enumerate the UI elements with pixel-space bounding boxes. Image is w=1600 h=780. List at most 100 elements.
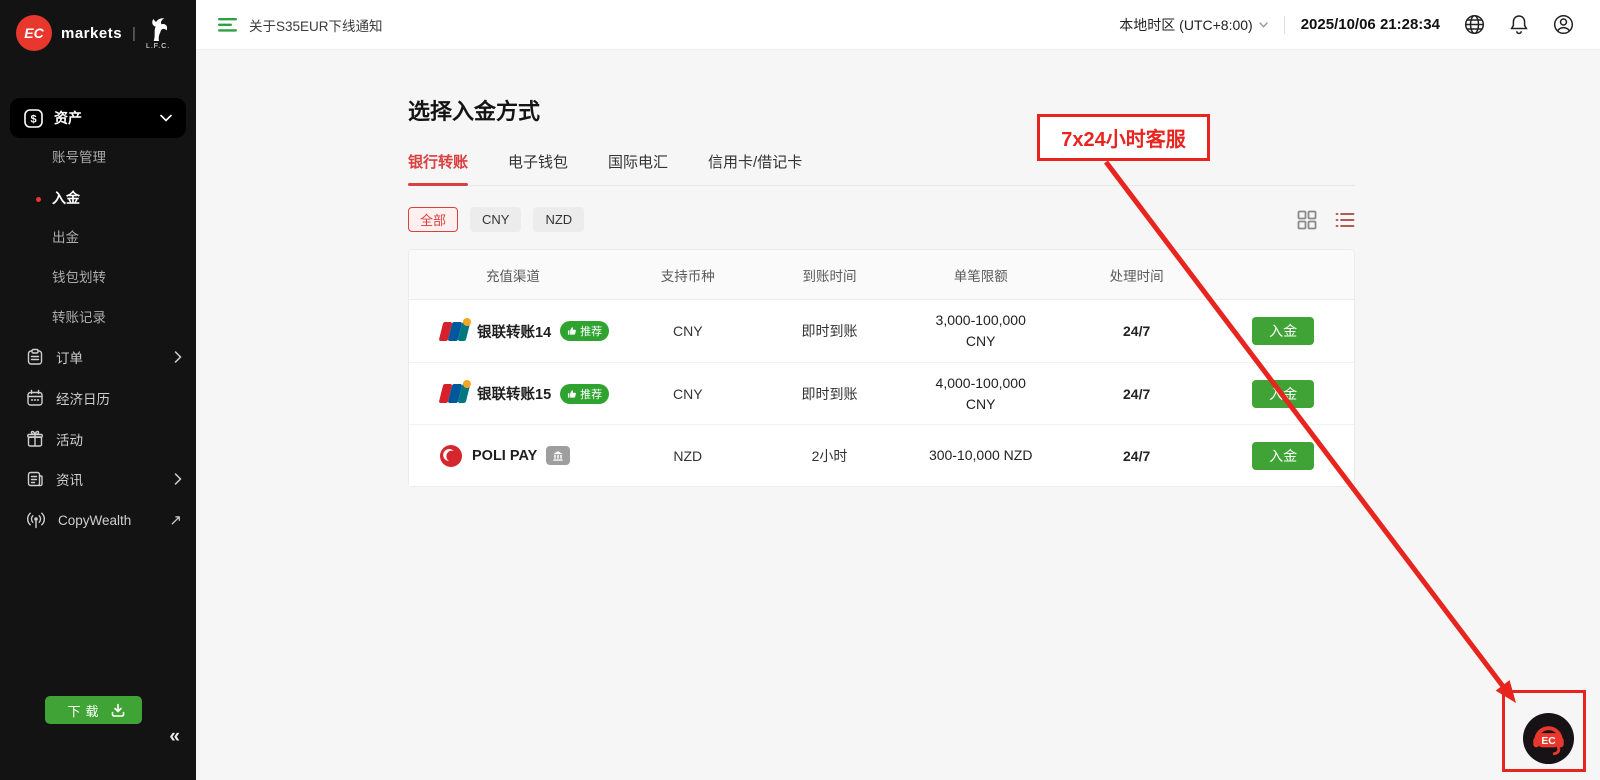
cell-processing: 24/7 xyxy=(1061,386,1212,402)
column-header-limit: 单笔限额 xyxy=(900,265,1061,285)
cell-arrival: 即时到账 xyxy=(759,321,901,341)
table-row: 银联转账14 推荐 CNY 即时到账 3,000-100,000 CNY 24/… xyxy=(409,300,1354,362)
filter-chip-nzd[interactable]: NZD xyxy=(533,207,584,232)
lfc-logo: L.F.C. xyxy=(146,16,170,50)
cell-processing: 24/7 xyxy=(1061,448,1212,464)
sidebar-collapse-button[interactable]: « xyxy=(169,726,180,748)
sidebar-item-news[interactable]: 资讯 xyxy=(26,468,186,490)
column-header-currency: 支持币种 xyxy=(617,265,759,285)
asset-dollar-icon: $ xyxy=(24,109,43,128)
account-icon[interactable] xyxy=(1553,14,1574,35)
sidebar-item-wallet-transfer[interactable]: 钱包划转 xyxy=(52,268,106,288)
channel-name: 银联转账15 xyxy=(477,383,551,404)
broadcast-icon xyxy=(26,511,46,529)
brand-markets-label: markets xyxy=(61,25,122,42)
download-icon xyxy=(111,703,125,717)
svg-text:$: $ xyxy=(30,113,36,125)
download-label: 下载 xyxy=(67,701,103,720)
external-link-icon: ↗ xyxy=(169,511,182,529)
active-item-dot xyxy=(36,197,41,202)
caret-down-icon xyxy=(1259,22,1268,28)
limit-amount: 300-10,000 NZD xyxy=(900,445,1061,466)
limit-currency: CNY xyxy=(900,394,1061,415)
tab-bank-transfer[interactable]: 银行转账 xyxy=(408,151,468,185)
sidebar-item-assets[interactable]: $ 资产 xyxy=(10,98,186,138)
chevron-right-icon xyxy=(174,473,182,485)
thumb-up-icon xyxy=(567,326,577,336)
deposit-button[interactable]: 入金 xyxy=(1252,317,1314,345)
main-content: 选择入金方式 银行转账 电子钱包 国际电汇 信用卡/借记卡 全部 CNY NZD xyxy=(196,50,1600,780)
sidebar: EC markets | L.F.C. $ 资产 账号管理 入金 出金 钱包划转… xyxy=(0,0,196,780)
column-header-processing-time: 处理时间 xyxy=(1061,265,1212,285)
annotation-callout-box: 7x24小时客服 xyxy=(1037,114,1210,161)
notice-link[interactable]: 关于S35EUR下线通知 xyxy=(249,15,383,35)
list-view-icon[interactable] xyxy=(1335,211,1355,229)
timezone-selector[interactable]: 本地时区 (UTC+8:00) xyxy=(1119,15,1267,35)
sidebar-item-withdraw[interactable]: 出金 xyxy=(52,228,79,248)
ec-markets-logo-icon: EC xyxy=(16,15,52,51)
channel-name: POLI PAY xyxy=(472,448,537,464)
sidebar-item-copywealth[interactable]: CopyWealth ↗ xyxy=(26,509,186,531)
sidebar-item-account-management[interactable]: 账号管理 xyxy=(52,148,106,168)
topbar-right: 本地时区 (UTC+8:00) 2025/10/06 21:28:34 xyxy=(1119,14,1600,35)
thumb-up-icon xyxy=(567,389,577,399)
liver-bird-icon xyxy=(147,16,170,42)
deposit-channels-table: 充值渠道 支持币种 到账时间 单笔限额 处理时间 银联转账14 推荐 xyxy=(408,249,1355,487)
tab-e-wallet[interactable]: 电子钱包 xyxy=(508,151,568,185)
sidebar-item-orders[interactable]: 订单 xyxy=(26,346,186,368)
topbar-divider xyxy=(1284,16,1285,34)
bell-icon[interactable] xyxy=(1509,14,1529,35)
sidebar-item-label: 资讯 xyxy=(56,469,83,489)
filter-chip-all[interactable]: 全部 xyxy=(408,207,458,232)
ec-logo-text: EC xyxy=(24,25,43,41)
page-title: 选择入金方式 xyxy=(408,94,1355,126)
cell-arrival: 即时到账 xyxy=(759,384,901,404)
tab-international-wire[interactable]: 国际电汇 xyxy=(608,151,668,185)
menu-hamburger-icon[interactable] xyxy=(218,18,237,32)
brand-logo: EC markets | L.F.C. xyxy=(16,9,170,57)
bank-badge xyxy=(546,446,570,465)
deposit-button[interactable]: 入金 xyxy=(1252,380,1314,408)
deposit-button[interactable]: 入金 xyxy=(1252,442,1314,470)
news-icon xyxy=(26,470,44,488)
sidebar-item-deposit[interactable]: 入金 xyxy=(52,188,80,208)
tab-credit-debit-card[interactable]: 信用卡/借记卡 xyxy=(708,151,802,185)
cell-limit: 300-10,000 NZD xyxy=(900,445,1061,466)
column-header-arrival-time: 到账时间 xyxy=(759,265,901,285)
view-toggles xyxy=(1297,210,1355,230)
sidebar-item-economic-calendar[interactable]: 经济日历 xyxy=(26,387,186,409)
clipboard-icon xyxy=(26,348,44,366)
filter-chip-cny[interactable]: CNY xyxy=(470,207,521,232)
limit-amount: 4,000-100,000 xyxy=(900,373,1061,394)
table-header-row: 充值渠道 支持币种 到账时间 单笔限额 处理时间 xyxy=(409,250,1354,300)
currency-filter-row: 全部 CNY NZD xyxy=(408,207,1355,232)
sidebar-item-label: 活动 xyxy=(56,429,83,449)
cell-limit: 4,000-100,000 CNY xyxy=(900,373,1061,415)
badge-label: 推荐 xyxy=(580,386,602,402)
topbar: 关于S35EUR下线通知 本地时区 (UTC+8:00) 2025/10/06 … xyxy=(196,0,1600,50)
logo-divider: | xyxy=(132,25,136,42)
recommended-badge: 推荐 xyxy=(560,384,609,404)
cell-arrival: 2小时 xyxy=(759,446,901,466)
table-row: POLI PAY NZD 2小时 300-10,000 NZD 24/ xyxy=(409,424,1354,486)
timezone-label: 本地时区 (UTC+8:00) xyxy=(1119,15,1252,35)
download-button[interactable]: 下载 xyxy=(45,696,142,724)
sidebar-item-label: CopyWealth xyxy=(58,513,131,528)
cell-currency: NZD xyxy=(617,448,759,464)
channel-name: 银联转账14 xyxy=(477,321,551,342)
globe-icon[interactable] xyxy=(1464,14,1485,35)
lfc-label: L.F.C. xyxy=(146,43,170,50)
sidebar-item-label: 资产 xyxy=(54,108,82,128)
datetime-display: 2025/10/06 21:28:34 xyxy=(1301,16,1440,33)
deposit-method-tabs: 银行转账 电子钱包 国际电汇 信用卡/借记卡 xyxy=(408,151,1355,186)
unionpay-logo-icon xyxy=(439,322,468,341)
sidebar-item-promotions[interactable]: 活动 xyxy=(26,428,186,450)
bank-icon xyxy=(552,450,564,462)
recommended-badge: 推荐 xyxy=(560,321,609,341)
grid-view-icon[interactable] xyxy=(1297,210,1317,230)
calendar-icon xyxy=(26,389,44,407)
chevron-down-icon xyxy=(160,114,172,122)
cell-currency: CNY xyxy=(617,386,759,402)
sidebar-item-transfer-records[interactable]: 转账记录 xyxy=(52,308,106,328)
sidebar-item-label: 经济日历 xyxy=(56,388,110,408)
